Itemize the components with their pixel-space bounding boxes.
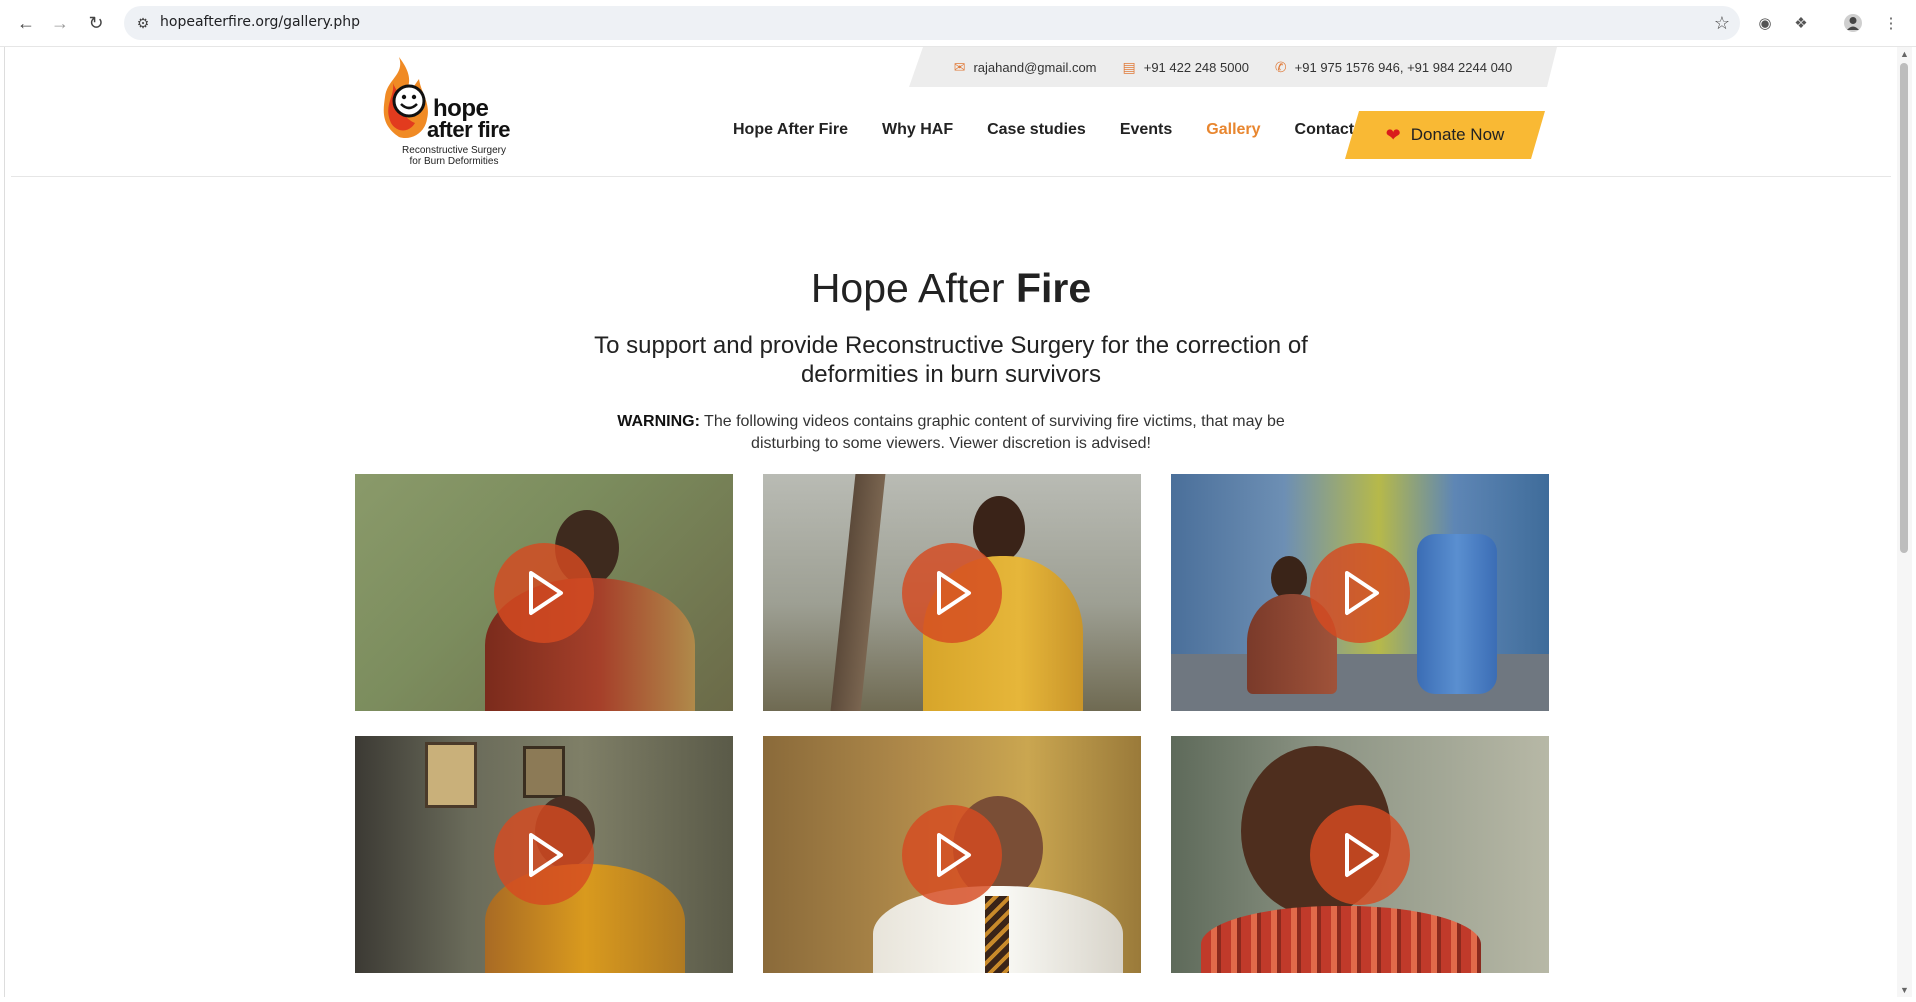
nav-item-events[interactable]: Events — [1120, 121, 1172, 139]
menu-kebab-icon[interactable]: ⋮ — [1880, 12, 1902, 34]
thumbnail-tree — [830, 474, 886, 711]
contact-phone[interactable]: ▤ +91 422 248 5000 — [1123, 59, 1249, 76]
play-icon — [937, 571, 971, 615]
warning-text: The following videos contains graphic co… — [699, 413, 1285, 452]
thumbnail-picture-frame — [425, 742, 477, 808]
video-thumbnail[interactable] — [1171, 474, 1549, 711]
donate-button[interactable]: ❤ Donate Now — [1345, 111, 1545, 159]
scroll-down-icon[interactable]: ▼ — [1900, 985, 1909, 995]
play-button[interactable] — [1310, 805, 1410, 905]
video-thumbnail[interactable] — [1171, 736, 1549, 973]
header-divider — [11, 176, 1891, 177]
logo-tagline-2: for Burn Deformities — [409, 156, 499, 167]
main-nav: Hope After Fire Why HAF Case studies Eve… — [733, 121, 1354, 139]
play-button[interactable] — [902, 543, 1002, 643]
play-button[interactable] — [1310, 543, 1410, 643]
extensions-icon[interactable]: ❖ — [1790, 12, 1812, 34]
site-logo[interactable]: hope after fire Reconstructive Surgery f… — [369, 53, 519, 171]
contact-mobile[interactable]: ✆ +91 975 1576 946, +91 984 2244 040 — [1275, 59, 1512, 76]
page-content: ✉ rajahand@gmail.com ▤ +91 422 248 5000 … — [4, 47, 1897, 997]
email-text[interactable]: rajahand@gmail.com — [973, 60, 1096, 75]
play-icon — [1345, 571, 1379, 615]
page-title: Hope After Fire — [5, 265, 1897, 312]
nav-item-case-studies[interactable]: Case studies — [987, 121, 1086, 139]
url-text[interactable]: hopeafterfire.org/gallery.php — [160, 14, 360, 30]
contact-email[interactable]: ✉ rajahand@gmail.com — [954, 59, 1097, 76]
content-warning: WARNING: The following videos contains g… — [591, 411, 1311, 455]
bookmark-star-icon[interactable]: ☆ — [1714, 13, 1730, 34]
warning-label: WARNING: — [617, 413, 700, 430]
video-thumbnail[interactable] — [355, 474, 733, 711]
title-normal: Hope After — [810, 265, 1016, 311]
mobile-text[interactable]: +91 975 1576 946, +91 984 2244 040 — [1295, 60, 1513, 75]
contact-bar: ✉ rajahand@gmail.com ▤ +91 422 248 5000 … — [909, 47, 1557, 87]
video-thumbnail[interactable] — [763, 474, 1141, 711]
back-icon[interactable]: ← — [14, 11, 38, 35]
camera-icon[interactable]: ◉ — [1754, 12, 1776, 34]
play-button[interactable] — [494, 805, 594, 905]
phone-book-icon: ▤ — [1122, 58, 1136, 75]
address-bar[interactable]: ⚙ hopeafterfire.org/gallery.php ☆ — [124, 6, 1740, 40]
site-info-icon[interactable]: ⚙ — [134, 14, 152, 32]
logo-tagline-1: Reconstructive Surgery — [402, 145, 506, 156]
thumbnail-tie — [985, 896, 1009, 973]
scrollbar-thumb[interactable] — [1900, 63, 1908, 553]
thumbnail-figure-body — [1201, 906, 1481, 973]
heart-icon: ❤ — [1385, 124, 1401, 145]
nav-item-contact[interactable]: Contact — [1295, 121, 1355, 139]
page-scrollbar[interactable]: ▲ ▼ — [1896, 47, 1912, 997]
logo-tagline: Reconstructive Surgery for Burn Deformit… — [389, 145, 519, 167]
browser-toolbar: ← → ↻ ⚙ hopeafterfire.org/gallery.php ☆ … — [0, 0, 1916, 47]
play-icon — [937, 833, 971, 877]
title-bold: Fire — [1015, 265, 1092, 311]
thumbnail-barrel — [1417, 534, 1497, 694]
nav-item-gallery[interactable]: Gallery — [1206, 121, 1260, 139]
scroll-up-icon[interactable]: ▲ — [1900, 49, 1909, 59]
donate-label: Donate Now — [1410, 125, 1505, 144]
play-button[interactable] — [494, 543, 594, 643]
nav-item-why-haf[interactable]: Why HAF — [882, 121, 953, 139]
reload-icon[interactable]: ↻ — [84, 11, 108, 35]
phone-text[interactable]: +91 422 248 5000 — [1144, 60, 1249, 75]
play-icon — [1345, 833, 1379, 877]
play-button[interactable] — [902, 805, 1002, 905]
envelope-icon: ✉ — [953, 58, 966, 75]
play-icon — [529, 833, 563, 877]
thumbnail-picture-frame — [523, 746, 565, 798]
video-thumbnail[interactable] — [355, 736, 733, 973]
forward-icon[interactable]: → — [48, 11, 72, 35]
nav-item-hope-after-fire[interactable]: Hope After Fire — [733, 121, 848, 139]
profile-avatar-icon[interactable] — [1842, 12, 1864, 34]
video-thumbnail[interactable] — [763, 736, 1141, 973]
phone-icon: ✆ — [1274, 58, 1287, 75]
page-subtitle: To support and provide Reconstructive Su… — [594, 332, 1308, 388]
play-icon — [529, 571, 563, 615]
logo-line-2: after fire — [427, 117, 511, 142]
